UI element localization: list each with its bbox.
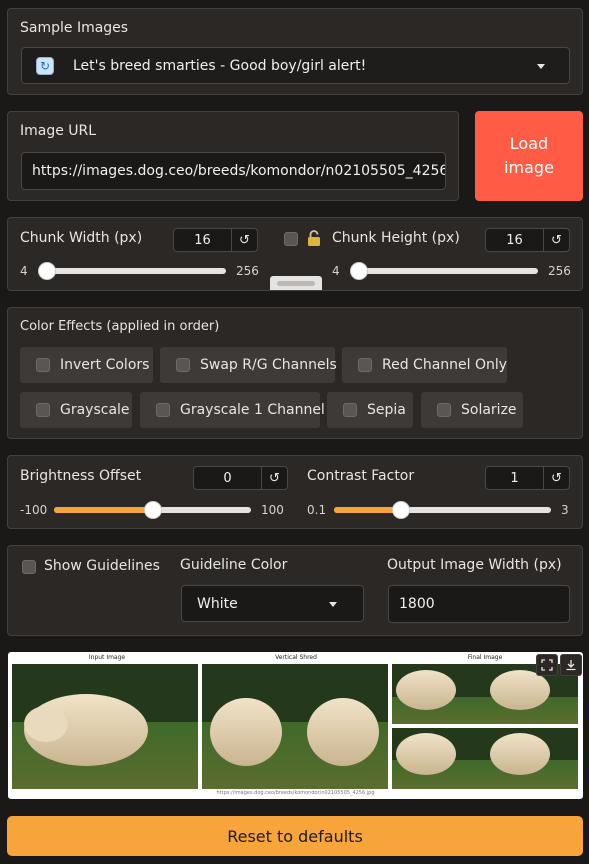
brightness-value: 0 <box>223 470 232 486</box>
load-image-button[interactable]: Load image <box>475 111 583 201</box>
sample-images-label: Sample Images <box>20 20 129 36</box>
output-panels <box>12 664 578 789</box>
chunk-width-label: Chunk Width (px) <box>20 230 143 246</box>
reset-defaults-button[interactable]: Reset to defaults <box>7 816 583 856</box>
effect-label: Grayscale 1 Channel <box>180 402 325 418</box>
contrast-label: Contrast Factor <box>307 468 415 484</box>
effect-grayscale-1-channel[interactable]: Grayscale 1 Channel <box>140 392 325 428</box>
brightness-number[interactable]: 0 ↺ <box>193 466 288 490</box>
chunk-width-slider[interactable] <box>37 262 226 280</box>
effect-label: Red Channel Only <box>382 357 508 373</box>
chunk-width-min: 4 <box>20 264 28 278</box>
chunk-height-max: 256 <box>548 264 571 278</box>
chunk-height-label: Chunk Height (px) <box>332 230 460 246</box>
chevron-down-icon <box>537 64 545 69</box>
reset-icon[interactable]: ↺ <box>543 229 569 251</box>
image-url-label: Image URL <box>20 123 97 139</box>
chunk-height-value: 16 <box>506 232 523 248</box>
chunk-width-value: 16 <box>194 232 211 248</box>
effect-grayscale[interactable]: Grayscale <box>20 392 132 428</box>
output-caption: https://images.dog.ceo/breeds/komondor/n… <box>216 790 375 796</box>
chevron-down-icon <box>329 602 337 607</box>
brightness-label: Brightness Offset <box>20 468 142 484</box>
fullscreen-icon <box>541 659 553 671</box>
lock-icon <box>307 229 321 247</box>
output-image: Input Image Vertical Shred Final Image h… <box>8 652 583 799</box>
color-effects-label: Color Effects (applied in order) <box>20 319 220 334</box>
effect-solarize[interactable]: Solarize <box>421 392 523 428</box>
checkbox[interactable] <box>358 358 372 372</box>
reset-icon[interactable]: ↺ <box>543 467 569 489</box>
checkbox[interactable] <box>36 403 50 417</box>
reset-icon[interactable]: ↺ <box>231 229 257 251</box>
output-width-input[interactable]: 1800 <box>388 585 570 623</box>
shuffle-icon: ↻ <box>36 56 54 75</box>
chunk-height-min: 4 <box>332 264 340 278</box>
fullscreen-button[interactable] <box>536 654 558 676</box>
checkbox[interactable] <box>176 358 190 372</box>
reset-icon[interactable]: ↺ <box>261 467 287 489</box>
effect-label: Grayscale <box>60 402 130 418</box>
effect-label: Invert Colors <box>60 357 150 373</box>
checkbox[interactable] <box>36 358 50 372</box>
chunk-height-slider[interactable] <box>349 262 538 280</box>
show-guidelines-checkbox[interactable] <box>22 560 36 574</box>
contrast-min: 0.1 <box>307 503 327 517</box>
contrast-value: 1 <box>510 470 519 486</box>
show-guidelines-label: Show Guidelines <box>44 558 160 574</box>
brightness-max: 100 <box>261 503 284 517</box>
lock-aspect-checkbox[interactable] <box>284 232 298 246</box>
chunk-panel: Chunk Width (px) 16 ↺ 4 256 Chunk Height… <box>7 217 583 291</box>
effect-swap-rg[interactable]: Swap R/G Channels <box>160 347 337 383</box>
effect-label: Sepia <box>367 402 406 418</box>
image-url-input[interactable]: https://images.dog.ceo/breeds/komondor/n… <box>21 152 446 190</box>
chunk-height-number[interactable]: 16 ↺ <box>485 228 570 252</box>
contrast-number[interactable]: 1 ↺ <box>485 466 570 490</box>
effect-label: Swap R/G Channels <box>200 357 337 373</box>
checkbox[interactable] <box>437 403 451 417</box>
brightness-contrast-panel: Brightness Offset 0 ↺ -100 100 Contrast … <box>7 455 583 529</box>
chunk-width-max: 256 <box>236 264 259 278</box>
effect-label: Solarize <box>461 402 517 418</box>
brightness-min: -100 <box>20 503 48 517</box>
guidelines-panel: Show Guidelines Guideline Color White Ou… <box>7 545 583 636</box>
effect-invert-colors[interactable]: Invert Colors <box>20 347 153 383</box>
effect-sepia[interactable]: Sepia <box>327 392 413 428</box>
download-button[interactable] <box>560 654 582 676</box>
guideline-color-label: Guideline Color <box>180 557 288 573</box>
sample-images-dropdown[interactable]: ↻ Let's breed smarties - Good boy/girl a… <box>21 47 570 84</box>
chunk-width-number[interactable]: 16 ↺ <box>173 228 258 252</box>
panel-resize-handle[interactable] <box>270 276 322 290</box>
sample-images-panel: Sample Images ↻ Let's breed smarties - G… <box>7 8 583 95</box>
checkbox[interactable] <box>156 403 170 417</box>
image-url-panel: Image URL https://images.dog.ceo/breeds/… <box>7 111 459 201</box>
download-icon <box>566 660 576 671</box>
guideline-color-value: White <box>197 595 238 612</box>
effect-red-channel-only[interactable]: Red Channel Only <box>342 347 507 383</box>
contrast-slider[interactable] <box>334 501 551 519</box>
brightness-slider[interactable] <box>54 501 251 519</box>
guideline-color-dropdown[interactable]: White <box>181 585 364 622</box>
contrast-max: 3 <box>561 503 569 517</box>
checkbox[interactable] <box>343 403 357 417</box>
output-width-label: Output Image Width (px) <box>387 557 562 573</box>
sample-images-selected: Let's breed smarties - Good boy/girl ale… <box>73 57 367 74</box>
color-effects-panel: Color Effects (applied in order) Invert … <box>7 307 583 439</box>
